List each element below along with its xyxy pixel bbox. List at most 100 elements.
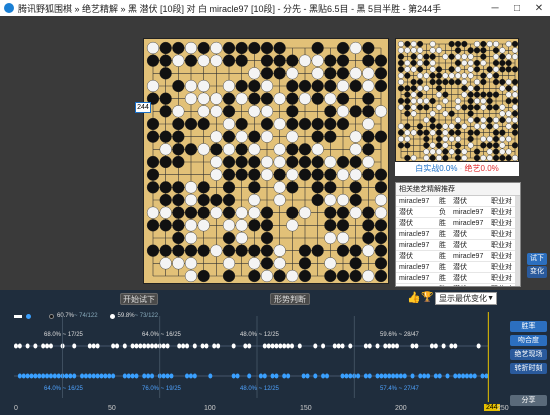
white-stone bbox=[260, 105, 274, 118]
blue-match-mark bbox=[169, 373, 174, 379]
go-board-grid[interactable] bbox=[144, 39, 390, 285]
black-stone bbox=[448, 129, 455, 136]
recommend-row[interactable]: 潜伏负 miracle97 职业对 bbox=[396, 207, 520, 218]
blue-match-mark bbox=[321, 373, 326, 379]
black-stone bbox=[298, 168, 312, 181]
tab-turning-point[interactable]: 转折时刻 bbox=[510, 363, 547, 374]
black-stone bbox=[260, 244, 274, 257]
variation-side-button[interactable]: 变化 bbox=[527, 266, 547, 278]
white-stone bbox=[222, 143, 236, 156]
white-match-mark bbox=[410, 343, 415, 349]
black-stone bbox=[492, 154, 500, 162]
close-button[interactable]: ✕ bbox=[528, 3, 550, 14]
white-stone bbox=[404, 59, 411, 67]
blue-segment-label: 64.0% ~ 16/25 bbox=[44, 386, 83, 392]
go-board[interactable] bbox=[143, 38, 389, 284]
black-stone bbox=[404, 104, 411, 111]
black-stone bbox=[235, 54, 248, 67]
black-stone bbox=[159, 130, 172, 143]
white-stone bbox=[248, 67, 261, 80]
white-stone bbox=[416, 59, 424, 67]
white-match-mark bbox=[289, 343, 294, 349]
start-trial-button[interactable]: 开始试下 bbox=[120, 293, 158, 305]
white-stone bbox=[467, 53, 474, 60]
white-stone bbox=[499, 148, 506, 155]
recommend-row[interactable]: miracle97胜潜伏职业对 bbox=[396, 229, 520, 240]
tab-match-rate[interactable]: 吻合度 bbox=[510, 335, 547, 346]
axis-tick-label: 100 bbox=[204, 405, 216, 412]
white-match-mark bbox=[45, 343, 50, 349]
black-stone bbox=[324, 67, 337, 80]
black-stone bbox=[454, 47, 462, 54]
recommend-row[interactable]: 潜伏胜 miracle97 职业对 bbox=[396, 251, 520, 262]
blue-match-mark bbox=[480, 373, 485, 379]
minimize-button[interactable]: ─ bbox=[484, 3, 506, 14]
white-match-mark bbox=[115, 343, 120, 349]
blue-match-mark bbox=[80, 373, 85, 379]
recommend-row[interactable]: miracle97胜潜伏职业对 bbox=[396, 273, 520, 284]
blue-match-mark bbox=[126, 373, 131, 379]
black-stone bbox=[172, 79, 185, 93]
white-stone bbox=[286, 269, 299, 283]
match-rate-graph[interactable]: 68.0% ~ 17/25 64.0% ~ 16/25 48.0% ~ 12/2… bbox=[14, 312, 500, 402]
black-stone bbox=[286, 143, 299, 156]
tab-ai-live[interactable]: 绝艺现场 bbox=[510, 349, 547, 360]
black-stone bbox=[248, 219, 261, 232]
black-stone bbox=[410, 78, 417, 86]
black-stone bbox=[374, 269, 388, 283]
white-stone bbox=[461, 148, 468, 155]
trophy-icon[interactable]: 🏆 bbox=[421, 292, 433, 304]
recommend-row[interactable]: miracle97胜潜伏职业对 bbox=[396, 284, 520, 286]
recommend-cell: miracle97 bbox=[399, 231, 430, 238]
white-stone bbox=[410, 154, 417, 162]
white-stone bbox=[222, 257, 236, 270]
blue-match-mark bbox=[433, 373, 438, 379]
black-stone bbox=[197, 117, 210, 131]
black-stone bbox=[480, 78, 487, 86]
black-stone bbox=[492, 135, 500, 143]
black-stone bbox=[404, 110, 411, 117]
black-stone bbox=[172, 231, 185, 245]
black-stone bbox=[505, 97, 512, 105]
white-stone bbox=[404, 66, 411, 73]
maximize-button[interactable]: □ bbox=[506, 3, 528, 14]
white-stone bbox=[404, 129, 411, 136]
white-stone bbox=[197, 92, 210, 105]
recommend-row[interactable]: 潜伏胜 miracle97 职业对 bbox=[396, 218, 520, 229]
black-stone bbox=[362, 219, 375, 232]
white-stone bbox=[298, 54, 312, 67]
white-match-mark bbox=[33, 343, 38, 349]
white-stone bbox=[184, 231, 198, 245]
blue-match-mark bbox=[185, 373, 190, 379]
white-stone bbox=[486, 154, 493, 162]
white-stone bbox=[480, 154, 487, 162]
white-stone bbox=[429, 47, 436, 54]
black-stone bbox=[435, 66, 443, 73]
white-stone bbox=[461, 123, 468, 130]
trial-side-button[interactable]: 试下 bbox=[527, 253, 547, 265]
tab-winrate[interactable]: 胜率 bbox=[510, 321, 547, 332]
black-stone bbox=[311, 117, 324, 131]
axis-tick-label: 200 bbox=[395, 405, 407, 412]
white-match-mark bbox=[41, 343, 46, 349]
black-stone bbox=[273, 41, 286, 55]
white-stone bbox=[499, 142, 506, 149]
recommend-scrollbar[interactable] bbox=[515, 196, 520, 286]
black-stone bbox=[492, 142, 500, 149]
recommend-row[interactable]: miracle97胜潜伏职业对 bbox=[396, 262, 520, 273]
situation-judge-button[interactable]: 形势判断 bbox=[270, 293, 310, 305]
blue-match-mark bbox=[111, 373, 116, 379]
black-stone bbox=[248, 181, 261, 194]
white-stone bbox=[442, 110, 449, 117]
black-stone bbox=[222, 231, 236, 245]
black-stone bbox=[222, 206, 236, 219]
share-button[interactable]: 分享 bbox=[510, 395, 547, 406]
black-stone bbox=[467, 47, 474, 54]
white-stone bbox=[260, 79, 274, 93]
black-stone bbox=[159, 92, 172, 105]
display-mode-select[interactable]: 显示最优变化 ▼ bbox=[435, 292, 497, 305]
black-stone bbox=[499, 78, 506, 86]
recommend-row[interactable]: miracle97胜潜伏职业对 bbox=[396, 240, 520, 251]
recommend-row[interactable]: miracle97胜潜伏职业对 bbox=[396, 196, 520, 207]
thumbs-up-icon[interactable]: 👍 bbox=[407, 292, 421, 304]
